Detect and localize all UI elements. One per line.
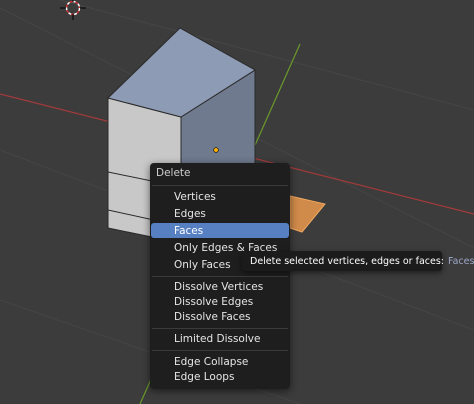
- menu-item-vertices[interactable]: Vertices: [151, 189, 289, 204]
- menu-separator: [152, 185, 288, 186]
- menu-item-edges[interactable]: Edges: [151, 206, 289, 221]
- object-origin-dot: [213, 147, 219, 153]
- menu-item-faces[interactable]: Faces: [151, 223, 289, 238]
- selected-face[interactable]: [289, 195, 326, 233]
- menu-separator: [152, 328, 288, 329]
- menu-item-edge-collapse[interactable]: Edge Collapse: [151, 354, 289, 369]
- menu-item-edge-loops[interactable]: Edge Loops: [151, 369, 289, 384]
- tooltip-operator: Faces: [448, 255, 474, 267]
- menu-item-dissolve-vertices[interactable]: Dissolve Vertices: [151, 279, 289, 294]
- menu-separator: [152, 350, 288, 351]
- menu-item-limited-dissolve[interactable]: Limited Dissolve: [151, 331, 289, 346]
- tooltip-text: Delete selected vertices, edges or faces…: [250, 255, 444, 267]
- menu-separator: [152, 276, 288, 277]
- delete-menu: Delete Vertices Edges Faces Only Edges &…: [150, 163, 290, 389]
- tooltip: Delete selected vertices, edges or faces…: [242, 251, 474, 271]
- menu-title: Delete: [156, 167, 191, 179]
- menu-item-dissolve-edges[interactable]: Dissolve Edges: [151, 294, 289, 309]
- menu-item-dissolve-faces[interactable]: Dissolve Faces: [151, 309, 289, 324]
